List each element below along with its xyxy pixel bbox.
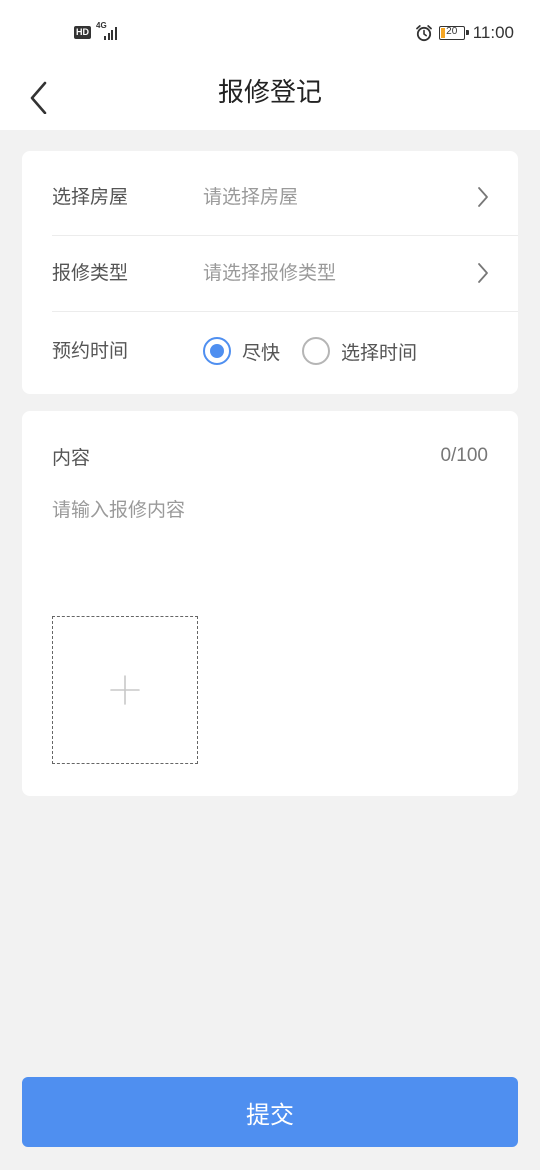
status-right: 20 11:00 (415, 22, 514, 44)
battery-level: 20 (446, 26, 458, 37)
appointment-row: 预约时间 尽快 选择时间 (52, 313, 518, 389)
nav-bar: 报修登记 (0, 66, 540, 130)
status-bar: HD 4G 20 11:00 (0, 0, 540, 66)
radio-unchecked-icon (302, 337, 331, 365)
chevron-right-icon (478, 263, 488, 283)
chevron-right-icon (478, 187, 488, 207)
submit-button[interactable]: 提交 (22, 1077, 518, 1147)
signal-icon: 4G (96, 22, 124, 42)
plus-icon (110, 675, 140, 705)
content-textarea[interactable] (52, 495, 488, 595)
repair-type-select[interactable]: 请选择报修类型 (203, 235, 336, 311)
radio-choose-time-label: 选择时间 (341, 341, 418, 364)
repair-type-label: 报修类型 (52, 262, 129, 284)
alarm-icon (415, 25, 432, 42)
battery-icon: 20 (438, 26, 469, 40)
hd-badge: HD (74, 25, 91, 39)
content-card: 内容 0/100 (22, 411, 518, 796)
radio-asap-label: 尽快 (242, 341, 281, 364)
status-time: 11:00 (472, 23, 514, 42)
radio-checked-icon (203, 337, 231, 365)
appointment-label: 预约时间 (52, 340, 129, 362)
repair-type-row[interactable]: 报修类型 请选择报修类型 (52, 235, 518, 312)
house-select[interactable]: 请选择房屋 (203, 159, 298, 235)
char-counter: 0/100 (440, 445, 488, 466)
house-label: 选择房屋 (52, 186, 129, 208)
content-label: 内容 (52, 447, 91, 469)
appointment-radio-group: 尽快 选择时间 (203, 313, 439, 389)
repair-form-card: 选择房屋 请选择房屋 报修类型 请选择报修类型 预约时间 尽快 选择时间 (22, 151, 518, 394)
page-title: 报修登记 (217, 78, 322, 108)
house-row[interactable]: 选择房屋 请选择房屋 (52, 159, 518, 236)
radio-asap[interactable]: 尽快 (203, 337, 280, 365)
radio-choose-time[interactable]: 选择时间 (302, 337, 417, 365)
add-photo-button[interactable] (52, 616, 198, 764)
status-left: HD 4G (74, 22, 124, 42)
